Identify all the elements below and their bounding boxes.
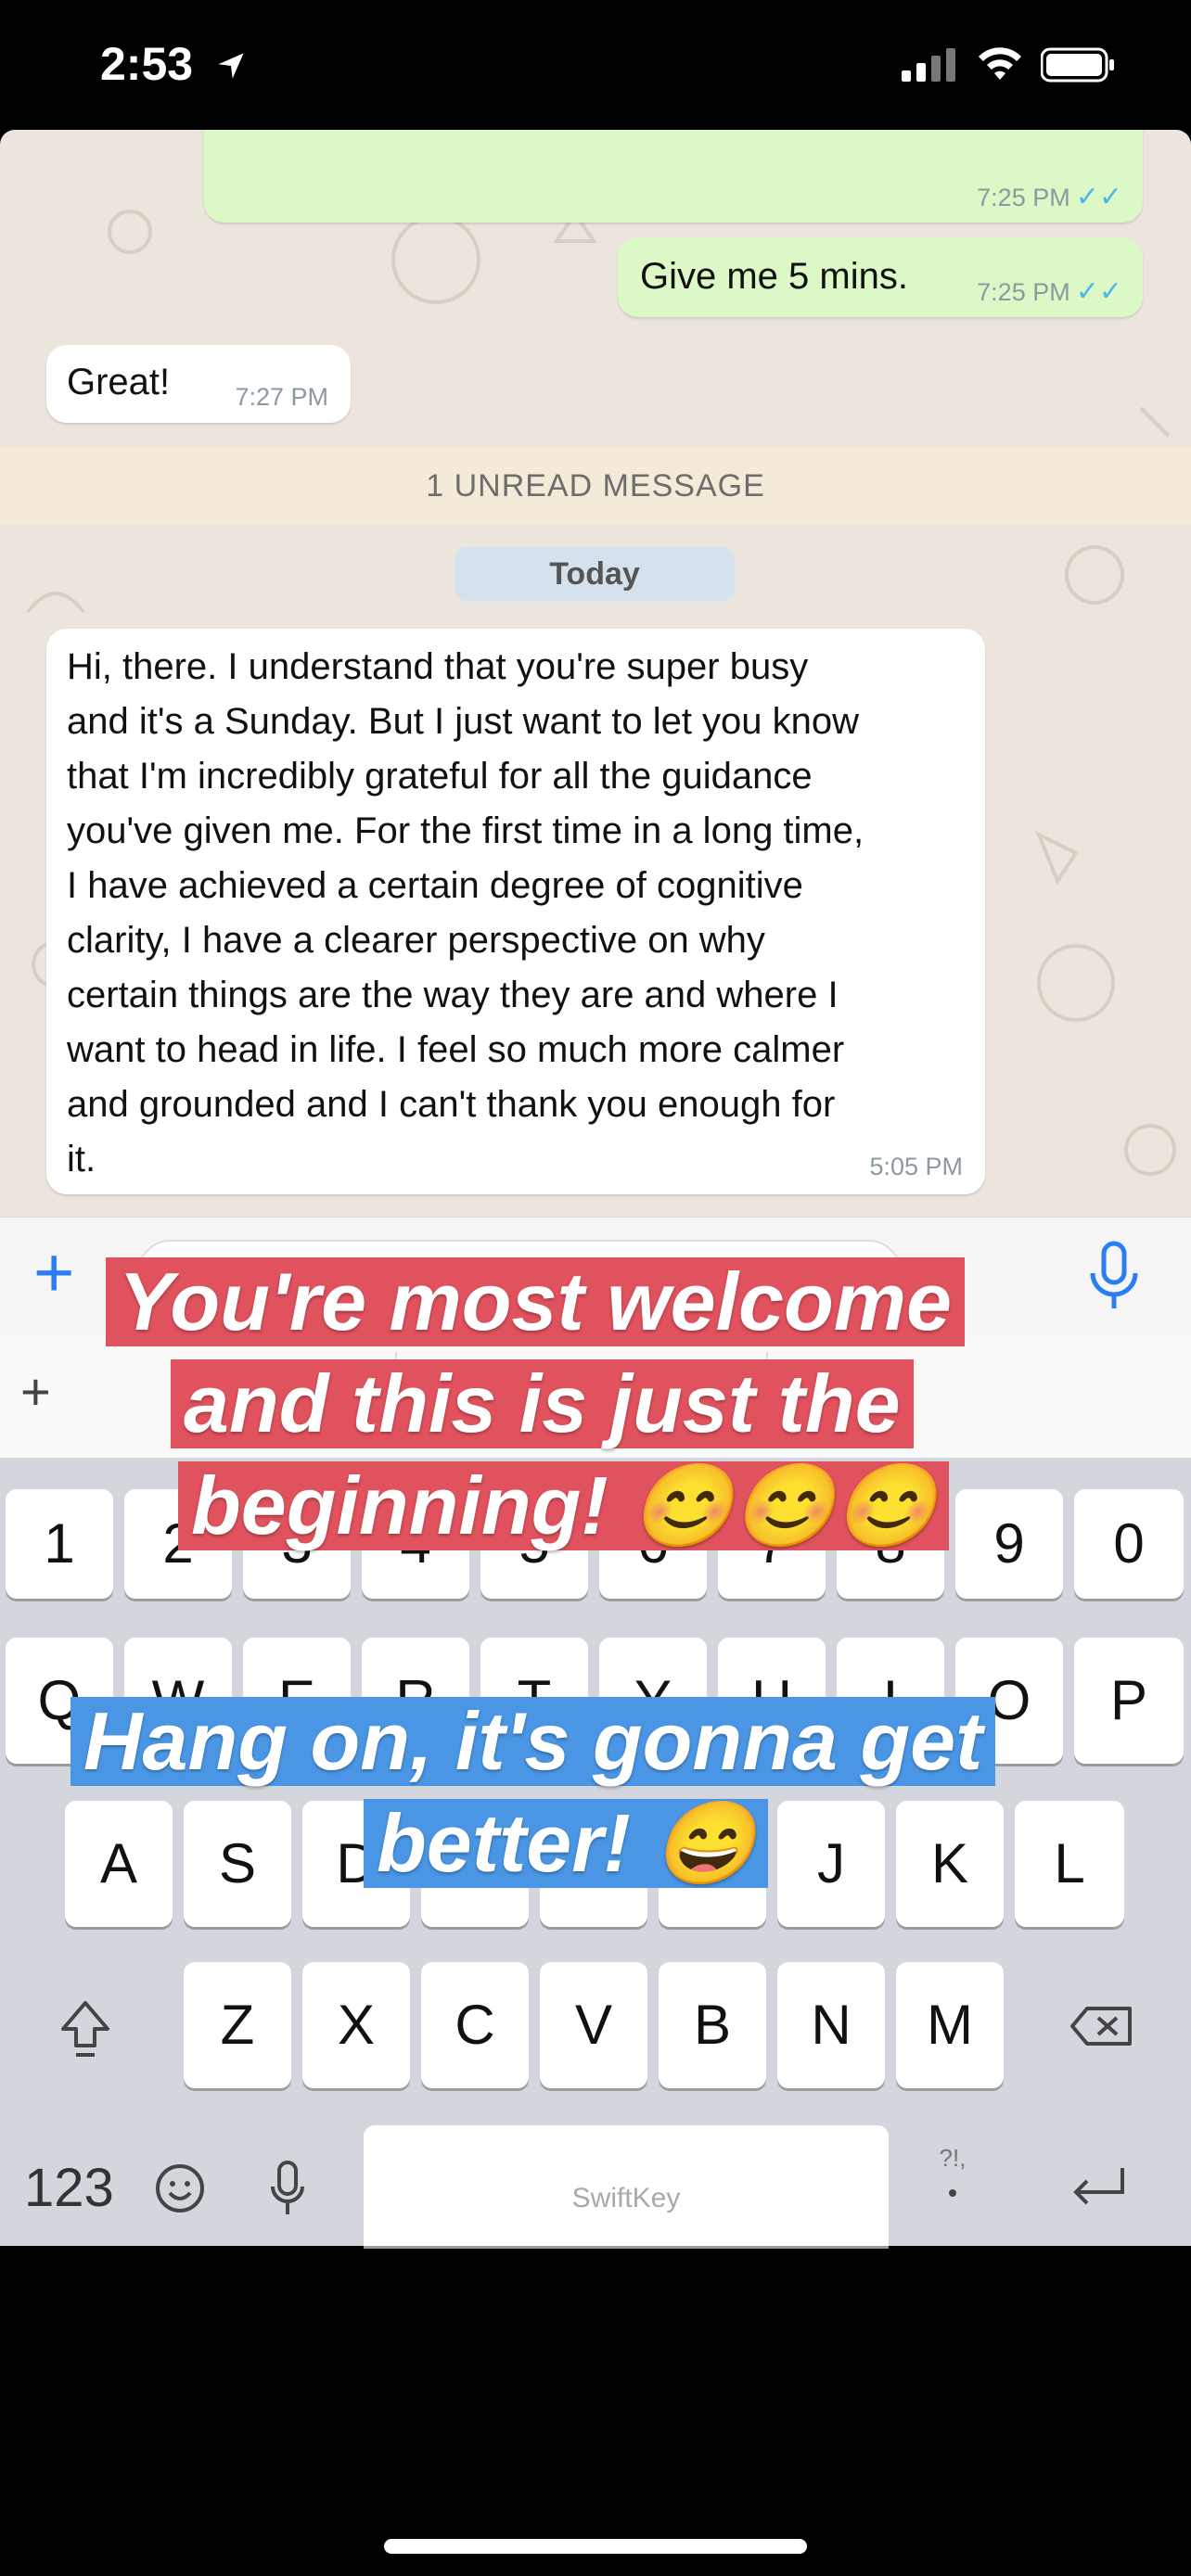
message-bubble-incoming[interactable]: Hi, there. I understand that you're supe… xyxy=(46,629,985,1194)
wifi-icon xyxy=(979,47,1021,80)
unread-messages-divider: 1 UNREAD MESSAGE xyxy=(0,447,1191,525)
double-check-icon: ✓✓ xyxy=(1075,182,1122,212)
message-line: and it's a Sunday. But I just want to le… xyxy=(67,701,860,742)
dictation-mic-icon[interactable] xyxy=(269,2161,306,2218)
key-0[interactable]: 0 xyxy=(1074,1489,1184,1599)
message-text: Hi, there. I understand that you're supe… xyxy=(67,640,985,1187)
microphone-icon[interactable] xyxy=(1085,1240,1143,1312)
key-j[interactable]: J xyxy=(777,1801,885,1927)
message-bubble-outgoing[interactable]: 7:25 PM ✓✓ xyxy=(204,130,1143,223)
message-line: want to head in life. I feel so much mor… xyxy=(67,1029,845,1070)
message-text: Great! xyxy=(67,362,171,402)
home-indicator[interactable] xyxy=(384,2539,807,2554)
message-timestamp: 7:27 PM xyxy=(235,383,328,411)
key-c[interactable]: C xyxy=(421,1962,529,2088)
key-l[interactable]: L xyxy=(1015,1801,1124,1927)
period-dot xyxy=(949,2189,956,2197)
chat-area[interactable]: 7:25 PM ✓✓ Give me 5 mins. 7:25 PM ✓✓ Grea… xyxy=(0,130,1191,1217)
emoji-icon[interactable] xyxy=(154,2162,206,2214)
message-line: Hi, there. I understand that you're supe… xyxy=(67,646,809,687)
message-line: I have achieved a certain degree of cogn… xyxy=(67,865,803,906)
swiftkey-logo-label: SwiftKey xyxy=(571,2183,681,2213)
key-a[interactable]: A xyxy=(65,1801,173,1927)
backspace-icon[interactable] xyxy=(1069,2005,1133,2047)
key-p[interactable]: P xyxy=(1074,1638,1184,1764)
message-bubble-outgoing[interactable]: Give me 5 mins. 7:25 PM ✓✓ xyxy=(618,237,1143,317)
message-line: clarity, I have a clearer perspective on… xyxy=(67,920,765,961)
message-line: that I'm incredibly grateful for all the… xyxy=(67,756,813,797)
caption-red-line-3: beginning! 😊😊😊 xyxy=(178,1461,949,1550)
message-timestamp: 7:25 PM ✓✓ xyxy=(977,182,1122,212)
caption-red-line-2: and this is just the xyxy=(171,1359,914,1448)
key-n[interactable]: N xyxy=(777,1962,885,2088)
key-x[interactable]: X xyxy=(302,1962,410,2088)
message-bubble-incoming[interactable]: Great! 7:27 PM xyxy=(46,345,351,423)
message-timestamp: 5:05 PM xyxy=(869,1153,963,1180)
key-z[interactable]: Z xyxy=(184,1962,291,2088)
return-icon[interactable] xyxy=(1069,2164,1128,2211)
shift-icon[interactable] xyxy=(58,1997,113,2062)
key-k[interactable]: K xyxy=(896,1801,1004,1927)
punctuation-label: ?!, xyxy=(939,2144,967,2172)
caption-blue-line-2: better! 😄 xyxy=(364,1799,768,1888)
numbers-toggle-key[interactable]: 123 xyxy=(24,2157,114,2219)
message-text: Give me 5 mins. xyxy=(640,256,908,297)
message-timestamp: 7:25 PM ✓✓ xyxy=(977,276,1122,307)
caption-red-line-1: You're most welcome xyxy=(106,1257,965,1346)
double-check-icon: ✓✓ xyxy=(1075,276,1122,307)
key-1[interactable]: 1 xyxy=(6,1489,113,1599)
key-b[interactable]: B xyxy=(659,1962,766,2088)
cellular-signal-icon xyxy=(902,48,955,82)
status-time: 2:53 xyxy=(100,38,194,90)
battery-icon xyxy=(1041,47,1114,83)
punctuation-key[interactable]: ?!, xyxy=(931,2144,974,2197)
message-line: and grounded and I can't thank you enoug… xyxy=(67,1084,836,1125)
key-v[interactable]: V xyxy=(540,1962,647,2088)
key-m[interactable]: M xyxy=(896,1962,1004,2088)
location-arrow-icon xyxy=(218,53,244,79)
attach-plus-button[interactable]: + xyxy=(33,1238,74,1308)
key-s[interactable]: S xyxy=(184,1801,291,1927)
message-line: it. xyxy=(67,1139,96,1180)
toolbar-plus-button[interactable]: + xyxy=(20,1361,51,1422)
space-bar[interactable]: SwiftKey xyxy=(364,2125,889,2246)
message-line: certain things are the way they are and … xyxy=(67,975,839,1015)
message-line: you've given me. For the first time in a… xyxy=(67,810,864,851)
caption-blue-line-1: Hang on, it's gonna get xyxy=(70,1697,996,1786)
key-9[interactable]: 9 xyxy=(955,1489,1063,1599)
date-separator: Today xyxy=(455,547,735,601)
